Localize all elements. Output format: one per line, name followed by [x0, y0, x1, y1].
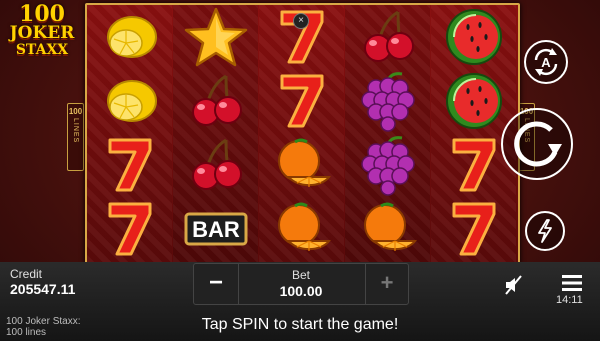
cherry-symbol: [173, 69, 258, 133]
lightning-icon: [538, 219, 552, 243]
bet-label: Bet: [291, 268, 310, 282]
autoplay-letter: A: [541, 55, 551, 70]
close-icon[interactable]: ×: [293, 13, 309, 29]
seven-symbol: [87, 197, 172, 261]
hamburger-menu-icon: [562, 275, 582, 291]
logo-number: 100: [19, 1, 65, 27]
watermelon-symbol: [431, 5, 516, 69]
reel-1: [87, 5, 172, 263]
reel-4: [345, 5, 430, 263]
lines-indicator-left: 100 LINES: [67, 103, 84, 171]
game-logo: 100 JOKER STAXX: [4, 1, 80, 66]
autoplay-button[interactable]: A: [524, 40, 568, 84]
credit-label: Credit: [10, 267, 43, 281]
spin-arrow-icon: [514, 121, 562, 167]
credit-value: 205547.11: [10, 281, 76, 297]
reel-area: BAR: [85, 3, 520, 265]
bet-panel: − Bet 100.00 +: [193, 263, 409, 305]
speaker-muted-icon: [505, 275, 522, 295]
reel-2: BAR: [173, 5, 258, 263]
bet-increase-button[interactable]: +: [365, 264, 408, 304]
orange-symbol: [259, 197, 344, 261]
cherry-symbol: [345, 5, 430, 69]
bar-symbol: BAR: [173, 197, 258, 261]
seven-symbol: [259, 69, 344, 133]
logo-word-staxx: STAXX: [15, 42, 69, 58]
autoplay-icon: A: [534, 48, 558, 76]
cherry-symbol: [173, 133, 258, 197]
lines-label: LINES: [72, 118, 79, 144]
svg-text:BAR: BAR: [192, 217, 240, 242]
reel-3: [259, 5, 344, 263]
seven-symbol: [87, 133, 172, 197]
bet-value: 100.00: [279, 283, 323, 299]
grapes-symbol: [345, 133, 430, 197]
orange-symbol: [345, 197, 430, 261]
star-symbol: [173, 5, 258, 69]
seven-symbol: [431, 197, 516, 261]
grapes-symbol: [345, 69, 430, 133]
orange-symbol: [259, 133, 344, 197]
bet-decrease-button[interactable]: −: [194, 264, 239, 304]
lines-count: 100: [68, 107, 83, 116]
sound-toggle-button[interactable]: [503, 274, 525, 296]
hint-message: Tap SPIN to start the game!: [201, 316, 399, 333]
turbo-button[interactable]: [525, 211, 565, 251]
lemon-symbol: [87, 5, 172, 69]
logo-word-joker: JOKER: [9, 23, 75, 43]
lemon-symbol: [87, 69, 172, 133]
clock: 14:11: [556, 294, 583, 306]
spin-button[interactable]: [501, 108, 573, 180]
menu-button[interactable]: [561, 274, 583, 292]
